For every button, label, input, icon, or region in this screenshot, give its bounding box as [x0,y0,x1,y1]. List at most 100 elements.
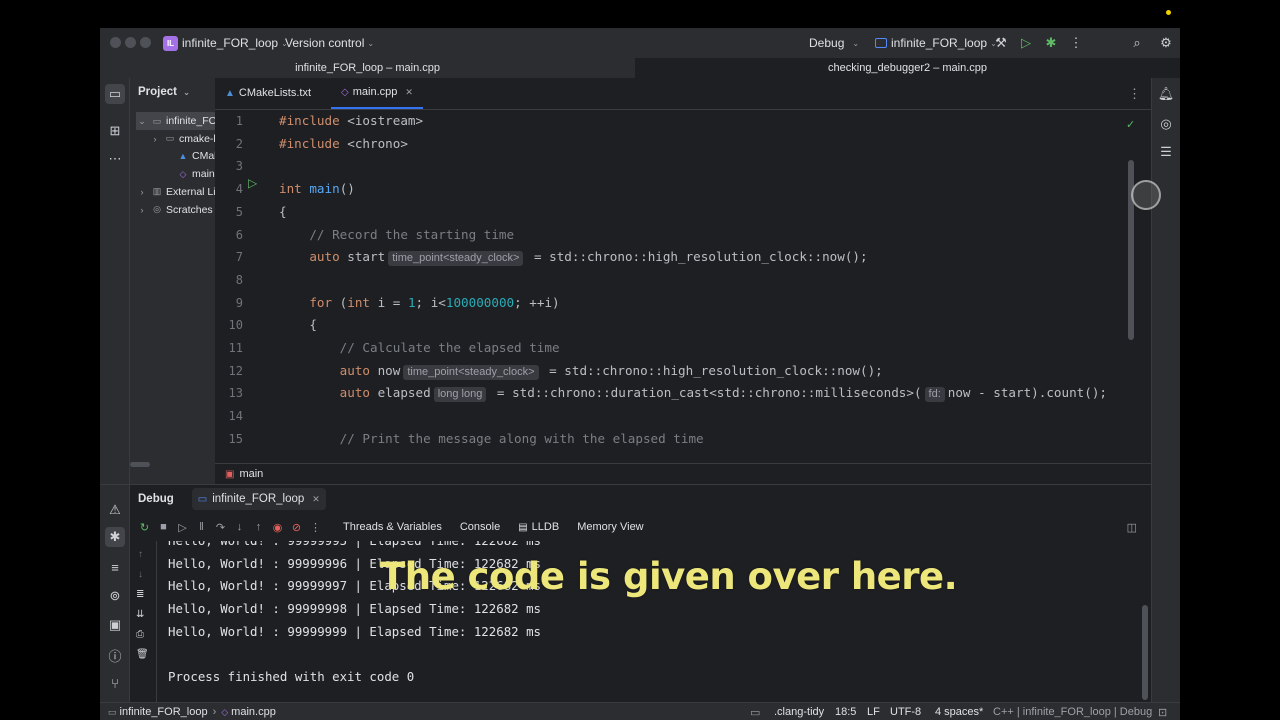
code-area[interactable]: #include <iostream> #include <chrono> in… [279,110,1139,463]
lock-icon[interactable]: ⊡ [1158,703,1167,720]
project-panel-scrollbar[interactable] [130,462,150,467]
git-branch-icon[interactable]: ⑂ [105,673,125,693]
chevron-right-icon[interactable]: › [149,134,161,144]
services-icon[interactable]: ⊚ [105,586,125,606]
status-encoding[interactable]: UTF-8 [890,703,921,720]
status-clang-tidy[interactable]: .clang-tidy [774,703,824,720]
scroll-up-icon[interactable]: ↑ [138,549,143,560]
debug-bug-icon[interactable]: ✱ [1041,28,1061,58]
target-selector[interactable]: infinite_FOR_loop ⌄ [875,28,997,58]
step-over-icon[interactable]: ↷ [211,521,230,534]
clear-trash-icon[interactable]: 🗑︎ [136,649,149,660]
project-selector[interactable]: IL infinite_FOR_loop ⌄ [163,28,288,58]
resume-icon[interactable]: ▷ [173,521,192,534]
layout-icon[interactable]: ◫ [1127,521,1137,534]
mute-breakpoints-icon[interactable]: ⊘ [287,521,306,534]
terminal-icon[interactable]: ▣ [105,615,125,635]
code-line-2: #include <chrono> [279,135,408,151]
debug-bug-icon[interactable]: ✱ [105,527,125,547]
problems-warning-icon[interactable]: ⚠ [105,500,125,520]
tree-item[interactable]: › ▭ cmake-build-debug [149,130,216,148]
code-line-10: { [279,317,317,333]
project-panel-header[interactable]: Project ⌄ [138,86,190,98]
tree-item[interactable]: ▲ CMakeLists.txt [162,147,215,165]
cmake-icon: ▲ [225,87,235,99]
tab-console[interactable]: Console [460,521,500,533]
project-icon: ▭ [108,706,117,717]
settings-gear-icon[interactable]: ⚙ [1156,28,1176,58]
tab-cmakelists[interactable]: ▲ CMakeLists.txt [215,77,321,109]
close-window-button[interactable] [110,37,121,48]
project-folder-icon[interactable]: ▭ [105,84,125,104]
minimize-window-button[interactable] [125,37,136,48]
zoom-window-button[interactable] [140,37,151,48]
project-panel: Project ⌄ ⌄ ▭ infinite_FOR_loop › ▭ cmake-bui… [130,78,215,484]
debug-session-tab[interactable]: ▭ infinite_FOR_loop ✕ [191,488,326,510]
run-config-selector[interactable]: Debug ⌄ [809,28,859,58]
database-icon[interactable]: ☰ [1156,142,1176,162]
rerun-icon[interactable]: ↻ [135,521,154,534]
tree-item-icon: ▭ [152,115,162,126]
tree-item-label: CMakeLists.txt [192,150,215,163]
more-debug-actions-icon[interactable]: ⋮ [306,521,325,534]
status-line-separator[interactable]: LF [867,703,880,720]
scroll-down-icon[interactable]: ↓ [138,569,143,580]
status-language-context[interactable]: C++ | infinite_FOR_loop | Debug [993,703,1152,720]
code-line-4: int main() [279,181,355,197]
close-session-icon[interactable]: ✕ [312,494,320,505]
structure-icon[interactable]: ⊞ [105,121,125,141]
tab-main-cpp[interactable]: ◇ main.cpp ✕ [331,77,423,109]
step-out-icon[interactable]: ↑ [249,521,268,533]
editor: ▲ CMakeLists.txt ◇ main.cpp ✕ ⋮ 12345678… [215,78,1151,484]
chevron-right-icon[interactable]: › [136,187,148,197]
window-tab-checking-debugger2[interactable]: checking_debugger2 – main.cpp [635,58,1180,78]
status-file: main.cpp [231,706,276,718]
view-breakpoints-icon[interactable]: ◉ [268,521,287,534]
chevron-down-icon[interactable]: ⌄ [136,116,148,127]
ai-assistant-icon[interactable]: ◎ [1156,114,1176,134]
line-number: 12 [228,363,243,378]
stop-icon[interactable]: ■ [154,521,173,533]
type-hint: time_point<steady_clock> [388,251,524,267]
tree-item[interactable]: ◇ main.cpp [162,165,215,183]
version-control-menu[interactable]: Version control ⌄ [285,28,374,58]
tab-lldb[interactable]: LLDB [532,521,560,533]
tree-item[interactable]: › ◎ Scratches and Consoles [136,201,216,219]
chevron-right-icon[interactable]: › [136,205,148,215]
search-icon[interactable]: ⌕ [1127,28,1147,58]
print-icon[interactable]: ⎙ [136,629,144,640]
pause-icon[interactable]: ‖ [192,521,211,533]
breadcrumb-main[interactable]: main [239,468,263,480]
console-scrollbar[interactable] [1142,605,1148,700]
run-icon[interactable]: ▷ [1016,28,1036,58]
tab-threads-variables[interactable]: Threads & Variables [343,521,442,533]
run-gutter-icon[interactable]: ▷ [248,176,257,190]
tree-item[interactable]: › ▥ External Libraries [136,183,216,201]
line-number: 4 [235,182,243,197]
chevron-down-icon: ⌄ [367,38,375,48]
tab-options-icon[interactable]: ⋮ [1128,86,1141,102]
tree-item[interactable]: ⌄ ▭ infinite_FOR_loop [136,112,215,130]
step-into-icon[interactable]: ↓ [230,521,249,533]
todo-list-icon[interactable]: ≡ [105,557,125,577]
tree-item-label: External Libraries [166,185,215,198]
tab-memory-view[interactable]: Memory View [577,521,643,533]
line-number: 1 [235,114,243,128]
line-number: 3 [235,159,243,174]
notifications-bell-icon[interactable]: 🔔︎ [1156,84,1176,104]
scroll-to-end-icon[interactable]: ⇊ [136,609,144,620]
status-caret-position[interactable]: 18:5 [835,703,856,720]
line-number: 5 [235,204,243,219]
soft-wrap-icon[interactable]: ≣ [136,589,144,600]
close-tab-icon[interactable]: ✕ [405,87,413,98]
build-hammer-icon[interactable]: ⚒ [991,28,1011,58]
window-tab-infinite-for-loop[interactable]: infinite_FOR_loop – main.cpp [100,58,636,78]
more-actions-icon[interactable]: ⋮ [1066,28,1086,58]
info-icon[interactable]: ⓘ [105,645,125,665]
readonly-icon[interactable]: ▭ [750,703,760,720]
tree-item-label: main.cpp [192,168,215,181]
status-breadcrumb[interactable]: ▭ infinite_FOR_loop › ◇ main.cpp [108,703,276,720]
status-indent[interactable]: 4 spaces* [935,703,983,720]
line-number: 2 [235,136,243,151]
more-tools-icon[interactable]: ⋯ [105,149,125,169]
